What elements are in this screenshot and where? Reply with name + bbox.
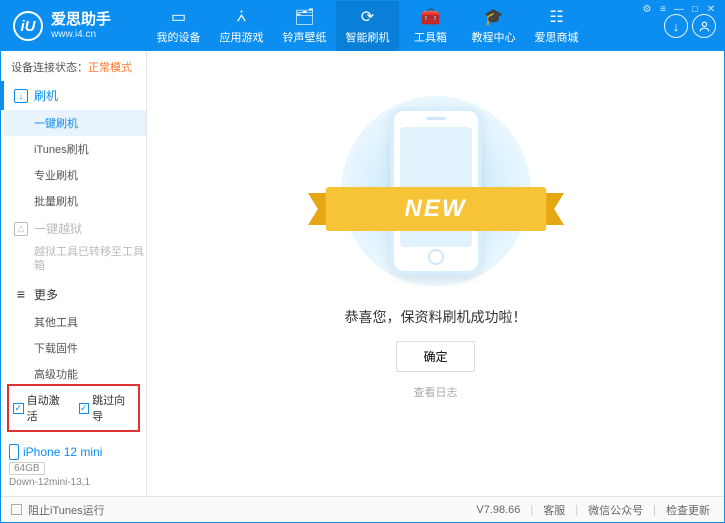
nav-apps-games[interactable]: ⩑ 应用游戏 <box>210 1 273 51</box>
checkbox-icon: ✓ <box>13 403 24 414</box>
sidebar-item-pro-flash[interactable]: 专业刷机 <box>34 162 146 188</box>
sidebar-section-flash[interactable]: ↓ 刷机 <box>1 81 146 110</box>
device-storage: 64GB <box>9 462 45 475</box>
more-icon: ≡ <box>14 287 28 301</box>
logo: iU 爱思助手 www.i4.cn <box>13 11 147 41</box>
checkbox-auto-activate[interactable]: ✓ 自动激活 <box>13 392 69 424</box>
checkbox-label: 自动激活 <box>27 392 69 424</box>
success-illustration: NEW <box>336 91 536 291</box>
nav-tutorials[interactable]: 🎓 教程中心 <box>462 1 525 51</box>
minimize-icon[interactable]: — <box>672 4 686 15</box>
new-ribbon: NEW <box>308 187 564 231</box>
main-content: NEW 恭喜您，保资料刷机成功啦！ 确定 查看日志 <box>147 51 724 496</box>
download-button[interactable]: ↓ <box>664 14 688 38</box>
section-title: 一键越狱 <box>34 220 82 237</box>
site-url: www.i4.cn <box>51 29 111 40</box>
close-icon[interactable]: ✕ <box>704 4 718 15</box>
checkbox-icon[interactable] <box>11 504 22 515</box>
main-nav: ▭ 我的设备 ⩑ 应用游戏 🗂 铃声壁纸 ⟳ 智能刷机 🧰 工具箱 🎓 教程中 <box>147 1 664 51</box>
sidebar: 设备连接状态：正常模式 ↓ 刷机 一键刷机 iTunes刷机 专业刷机 批量刷机 <box>1 51 147 496</box>
phone-icon: ▭ <box>170 8 188 26</box>
sidebar-item-itunes-flash[interactable]: iTunes刷机 <box>34 136 146 162</box>
nav-label: 应用游戏 <box>220 29 264 45</box>
ok-button[interactable]: 确定 <box>396 341 474 372</box>
nav-smart-flash[interactable]: ⟳ 智能刷机 <box>336 1 399 51</box>
sidebar-item-batch-flash[interactable]: 批量刷机 <box>34 188 146 214</box>
toolbox-icon: 🧰 <box>422 8 440 26</box>
support-link[interactable]: 客服 <box>539 502 569 518</box>
ribbon-text: NEW <box>405 195 467 223</box>
maximize-icon[interactable]: □ <box>688 4 702 15</box>
nav-toolbox[interactable]: 🧰 工具箱 <box>399 1 462 51</box>
menu-icon[interactable]: ≡ <box>656 4 670 15</box>
sidebar-section-more[interactable]: ≡ 更多 <box>4 280 146 309</box>
app-window: ⚙ ≡ — □ ✕ iU 爱思助手 www.i4.cn ▭ 我的设备 ⩑ 应用游… <box>0 0 725 523</box>
sidebar-item-one-click-flash[interactable]: 一键刷机 <box>4 110 146 136</box>
checkbox-skip-guide[interactable]: ✓ 跳过向导 <box>79 392 135 424</box>
checkbox-icon: ✓ <box>79 403 90 414</box>
version-label: V7.98.66 <box>472 504 524 516</box>
sidebar-item-download-firmware[interactable]: 下载固件 <box>34 335 146 361</box>
user-button[interactable] <box>692 14 716 38</box>
store-icon: ☷ <box>548 8 566 26</box>
view-log-link[interactable]: 查看日志 <box>414 384 458 400</box>
logo-icon: iU <box>13 11 43 41</box>
settings-icon[interactable]: ⚙ <box>640 4 654 15</box>
sidebar-item-other-tools[interactable]: 其他工具 <box>34 309 146 335</box>
folder-icon: 🗂 <box>296 8 314 26</box>
nav-my-device[interactable]: ▭ 我的设备 <box>147 1 210 51</box>
nav-label: 工具箱 <box>414 29 447 45</box>
titlebar: iU 爱思助手 www.i4.cn ▭ 我的设备 ⩑ 应用游戏 🗂 铃声壁纸 ⟳… <box>1 1 724 51</box>
flash-icon: ↓ <box>14 89 28 103</box>
options-highlight-box: ✓ 自动激活 ✓ 跳过向导 <box>7 384 140 432</box>
nav-label: 智能刷机 <box>346 29 390 45</box>
status-label: 设备连接状态： <box>11 62 88 74</box>
status-value: 正常模式 <box>88 62 132 74</box>
lock-icon: △ <box>14 222 28 236</box>
nav-label: 教程中心 <box>472 29 516 45</box>
device-status: 设备连接状态：正常模式 <box>1 51 146 81</box>
footer: 阻止iTunes运行 V7.98.66 | 客服 | 微信公众号 | 检查更新 <box>1 496 724 522</box>
window-controls: ⚙ ≡ — □ ✕ <box>640 4 718 15</box>
sidebar-item-advanced[interactable]: 高级功能 <box>34 361 146 380</box>
nav-label: 铃声壁纸 <box>283 29 327 45</box>
app-name: 爱思助手 <box>51 12 111 29</box>
checkbox-label: 跳过向导 <box>92 392 134 424</box>
sidebar-menu: ↓ 刷机 一键刷机 iTunes刷机 专业刷机 批量刷机 △ 一键越狱 <box>1 81 146 380</box>
nav-store[interactable]: ☷ 爱思商城 <box>525 1 588 51</box>
connected-device[interactable]: iPhone 12 mini 64GB Down-12mini-13,1 <box>1 440 146 496</box>
device-detail: Down-12mini-13,1 <box>9 477 138 488</box>
refresh-icon: ⟳ <box>359 8 377 26</box>
body: 设备连接状态：正常模式 ↓ 刷机 一键刷机 iTunes刷机 专业刷机 批量刷机 <box>1 51 724 496</box>
tutorial-icon: 🎓 <box>485 8 503 26</box>
wechat-link[interactable]: 微信公众号 <box>584 502 647 518</box>
section-title: 刷机 <box>34 87 58 104</box>
success-message: 恭喜您，保资料刷机成功啦！ <box>345 307 527 327</box>
apps-icon: ⩑ <box>233 8 251 26</box>
nav-ringtones[interactable]: 🗂 铃声壁纸 <box>273 1 336 51</box>
titlebar-right: ↓ <box>664 14 716 38</box>
section-title: 更多 <box>34 286 58 303</box>
nav-label: 爱思商城 <box>535 29 579 45</box>
nav-label: 我的设备 <box>157 29 201 45</box>
device-name: iPhone 12 mini <box>9 444 138 460</box>
sidebar-section-jailbreak[interactable]: △ 一键越狱 <box>4 214 146 243</box>
jailbreak-note: 越狱工具已转移至工具箱 <box>4 243 146 280</box>
block-itunes-label[interactable]: 阻止iTunes运行 <box>28 502 105 518</box>
check-update-link[interactable]: 检查更新 <box>662 502 714 518</box>
